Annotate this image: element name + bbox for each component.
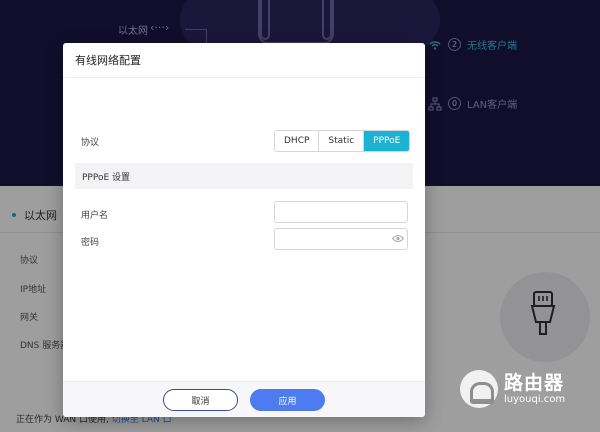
watermark-text: 路由器 luyouqi.com [504,372,565,406]
protocol-option-dhcp[interactable]: DHCP [275,131,320,151]
protocol-label: 协议 [81,138,100,148]
apply-button[interactable]: 应用 [250,389,325,411]
password-label: 密码 [81,238,100,248]
username-input[interactable] [274,201,408,223]
show-password-eye-icon[interactable] [392,234,404,243]
protocol-option-static[interactable]: Static [319,131,365,151]
dialog-footer: 取消 应用 [63,381,425,417]
site-watermark: 路由器 luyouqi.com [460,370,565,408]
watermark-main: 路由器 [504,372,565,394]
cancel-button[interactable]: 取消 [163,389,238,411]
password-input[interactable] [274,228,408,250]
pppoe-settings-title: PPPoE 设置 [82,172,131,183]
protocol-option-pppoe[interactable]: PPPoE [364,131,410,151]
watermark-sub: luyouqi.com [504,394,566,405]
dialog-header: 有线网络配置 [63,43,425,78]
wired-network-config-dialog: 有线网络配置 协议 DHCP Static PPPoE PPPoE 设置 用户名… [63,43,425,417]
dialog-title: 有线网络配置 [75,54,141,67]
username-label: 用户名 [81,211,109,221]
pppoe-settings-header: PPPoE 设置 [75,163,413,189]
dialog-body: 协议 DHCP Static PPPoE PPPoE 设置 用户名 密码 [63,78,425,381]
router-logo-icon [460,370,498,408]
protocol-selector: DHCP Static PPPoE [274,130,411,152]
